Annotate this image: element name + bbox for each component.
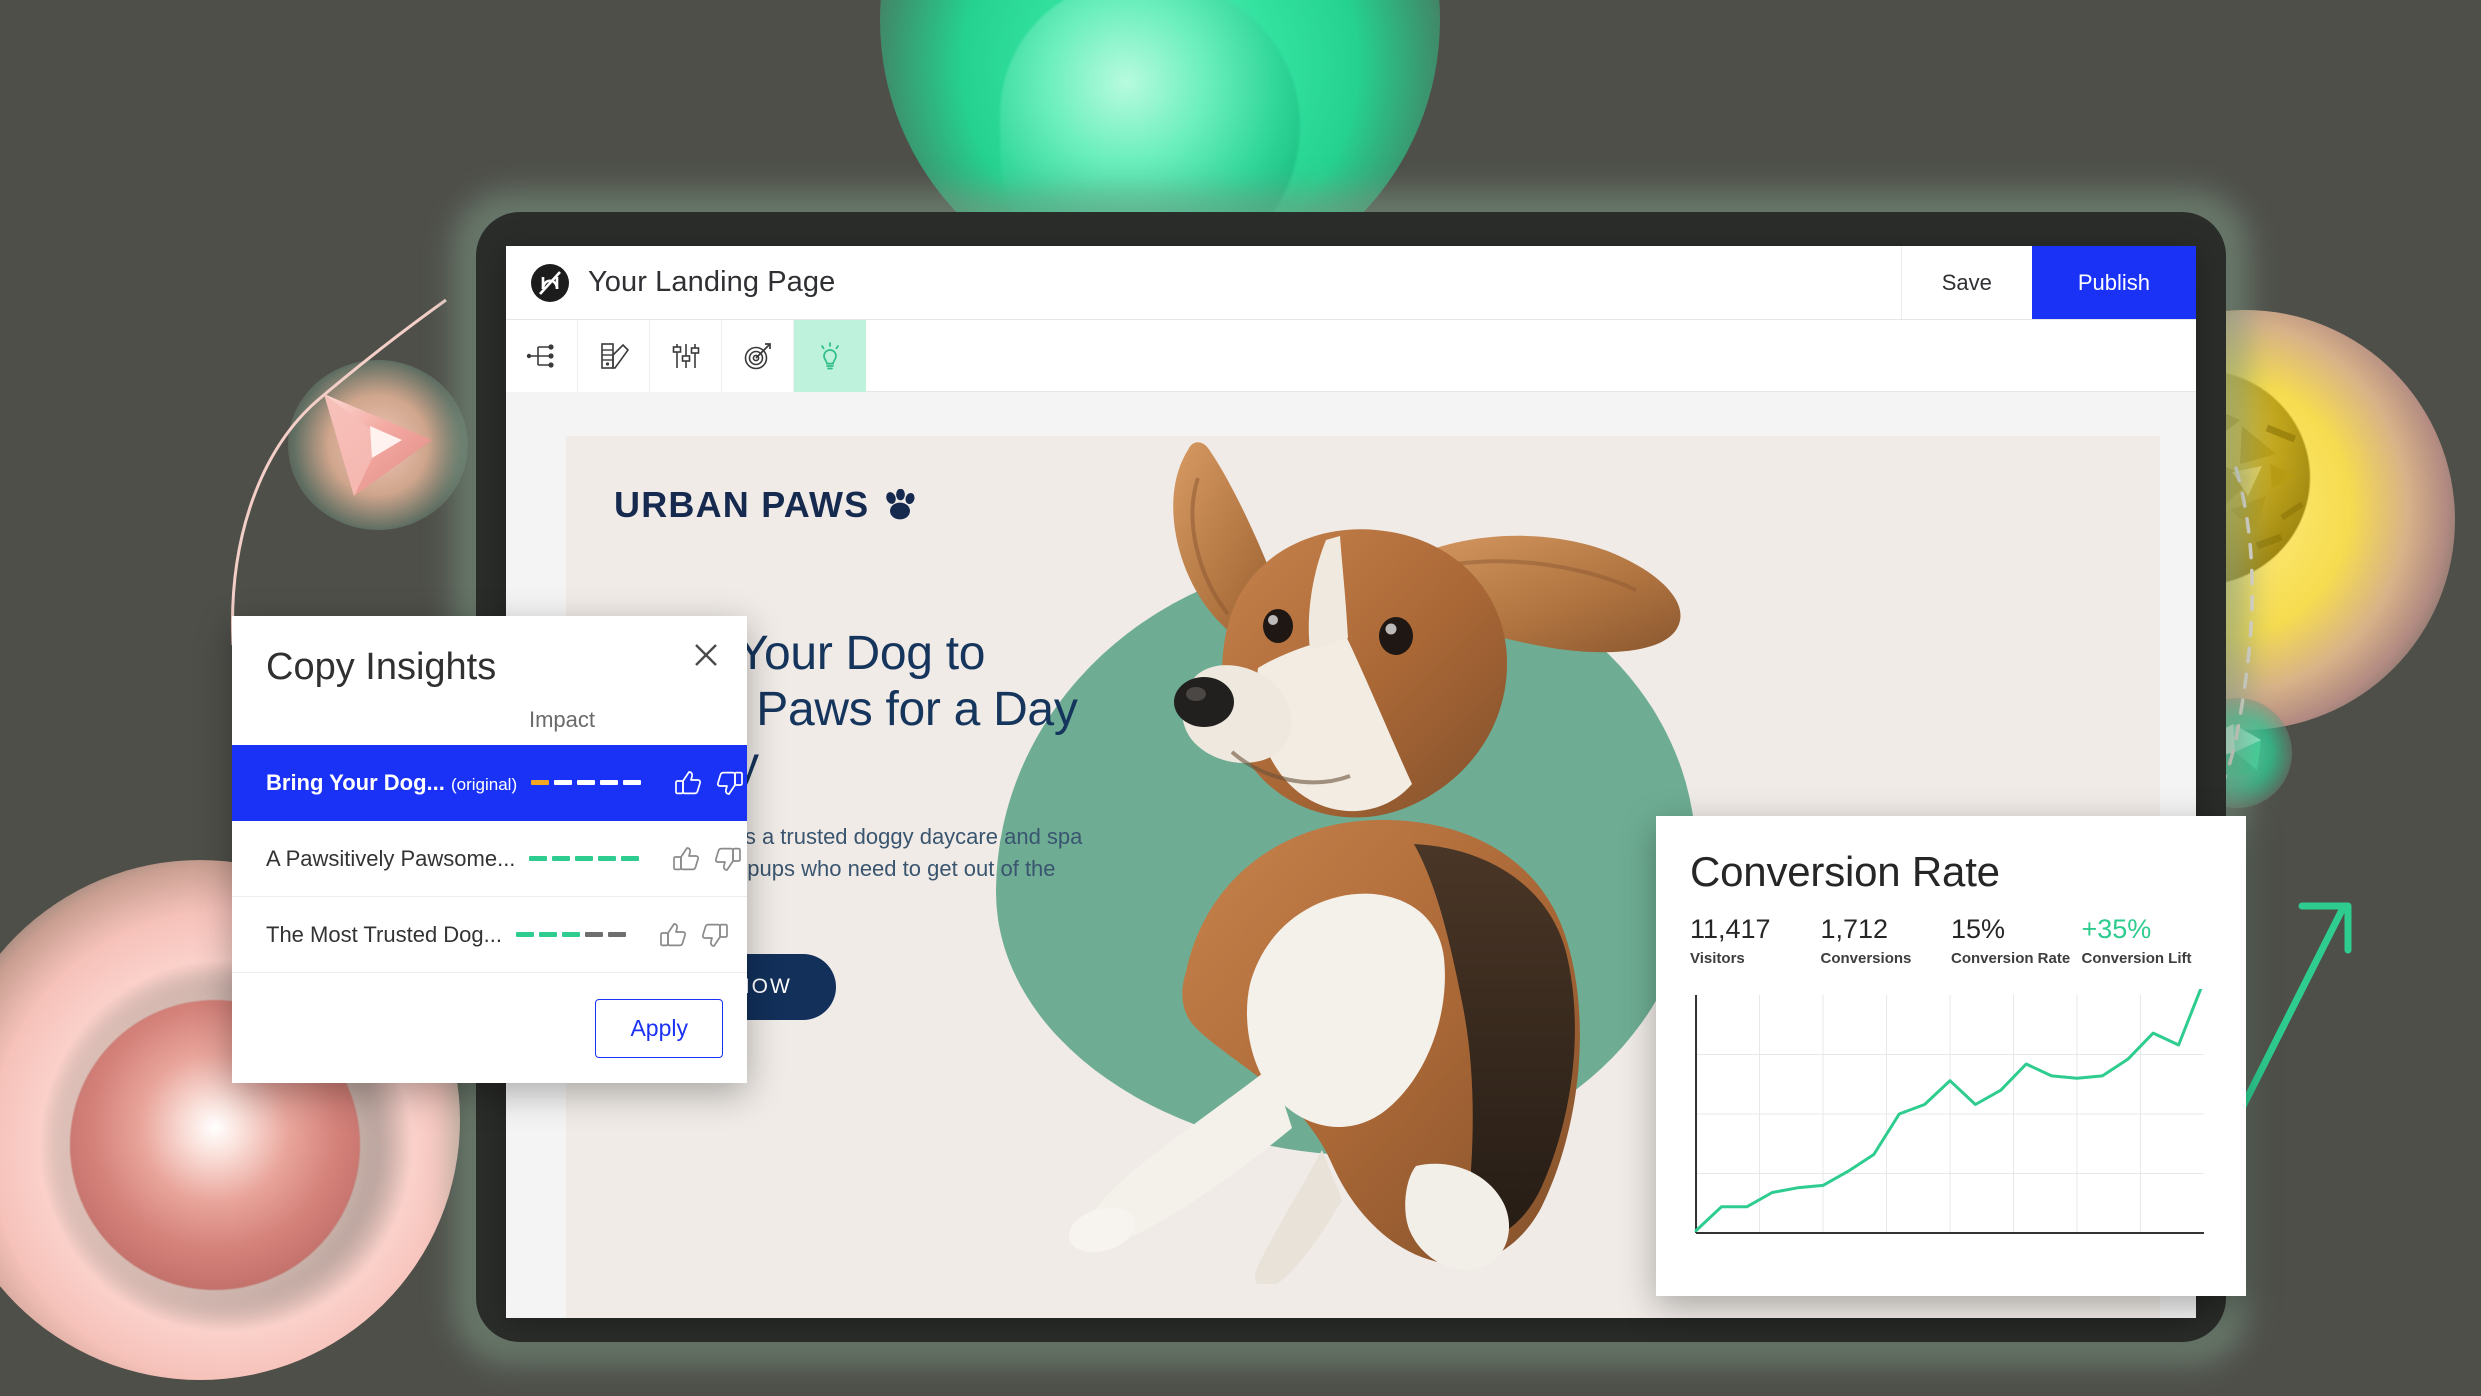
insight-variant-text: A Pawsitively Pawsome... — [266, 845, 516, 871]
stat-label: Conversions — [1820, 950, 1912, 968]
green-orb-core — [1000, 0, 1300, 280]
impact-dash — [577, 780, 596, 785]
tool-styles[interactable] — [578, 320, 650, 392]
insight-label: The Most Trusted Dog... — [266, 922, 502, 948]
stat-label: Conversion Rate — [1951, 950, 2071, 968]
impact-dash — [529, 856, 548, 861]
copy-insights-header: Copy Insights — [232, 616, 747, 689]
conversion-card-title: Conversion Rate — [1690, 848, 2000, 895]
thumb-up-icon[interactable] — [671, 844, 701, 874]
brand-logo: URBAN PAWS — [614, 484, 917, 526]
impact-meter — [515, 932, 634, 937]
topbar-left: Your Landing Page — [506, 246, 1901, 319]
pink-cone-marker-icon — [324, 394, 432, 496]
copy-insights-title: Copy Insights — [266, 646, 497, 688]
stat-conversion-lift: +35% Conversion Lift — [2082, 914, 2213, 967]
flow-branch-icon — [526, 344, 554, 368]
copy-insights-footer: Apply — [232, 973, 747, 1083]
tool-settings[interactable] — [650, 320, 722, 392]
conversion-rate-line-chart — [1694, 979, 2206, 1235]
stat-value: 15% — [1951, 914, 2006, 944]
impact-dash — [515, 932, 534, 937]
close-button[interactable] — [689, 638, 723, 672]
impact-dash — [554, 780, 573, 785]
tool-goals[interactable] — [722, 320, 794, 392]
insight-original-tag: (original) — [450, 774, 518, 794]
impact-dash — [607, 932, 626, 937]
color-palette-icon — [600, 343, 629, 369]
conversion-rate-card: Conversion Rate 11,417 Visitors 1,712 Co… — [1656, 816, 2246, 1296]
impact-dash — [552, 856, 571, 861]
publish-button[interactable]: Publish — [2031, 246, 2196, 319]
pink-cone-glow — [288, 360, 468, 530]
insight-label: A Pawsitively Pawsome... — [266, 846, 515, 872]
impact-dash — [623, 780, 642, 785]
target-icon — [744, 343, 771, 370]
impact-dash — [621, 856, 640, 861]
sliders-icon — [672, 344, 699, 368]
insight-row-0[interactable]: Bring Your Dog... (original) — [232, 745, 747, 821]
conversion-stats-row: 11,417 Visitors 1,712 Conversions 15% Co… — [1690, 914, 2212, 967]
stat-value: 11,417 — [1690, 914, 1771, 944]
editor-toolbar — [506, 320, 2196, 392]
apply-button[interactable]: Apply — [595, 998, 723, 1058]
conversion-trend-arrow — [2236, 902, 2352, 1124]
close-icon — [695, 644, 717, 666]
save-button[interactable]: Save — [1900, 246, 2032, 319]
impact-column-header: Impact — [528, 707, 595, 732]
stat-conversion-rate: 15% Conversion Rate — [1951, 914, 2082, 967]
stat-value: +35% — [2081, 914, 2152, 944]
insight-label: Bring Your Dog... (original) — [266, 770, 517, 796]
green-gem-marker-icon — [2211, 724, 2261, 780]
insight-row-1[interactable]: A Pawsitively Pawsome... — [232, 821, 747, 897]
thumb-down-icon[interactable] — [700, 920, 730, 950]
stat-label: Conversion Lift — [2081, 950, 2192, 968]
paw-print-icon — [886, 489, 915, 520]
impact-dash — [531, 780, 550, 785]
green-gem-glow — [2182, 698, 2292, 808]
toolbar-empty-space — [866, 320, 2196, 391]
page-title: Your Landing Page — [588, 266, 836, 298]
tool-page-structure[interactable] — [506, 320, 578, 392]
feedback-controls — [663, 768, 745, 798]
thumb-down-icon[interactable] — [713, 844, 743, 874]
impact-dash — [598, 856, 617, 861]
feedback-controls — [661, 844, 743, 874]
impact-dash — [561, 932, 580, 937]
lightbulb-icon — [820, 342, 839, 370]
impact-dash — [575, 856, 594, 861]
thumb-up-icon[interactable] — [673, 768, 703, 798]
insight-row-2[interactable]: The Most Trusted Dog... — [232, 897, 747, 973]
impact-meter — [531, 780, 649, 785]
thumb-down-icon[interactable] — [715, 768, 745, 798]
feedback-controls — [648, 920, 730, 950]
app-topbar: Your Landing Page Save Publish — [506, 246, 2196, 320]
stat-value: 1,712 — [1820, 914, 1889, 944]
stat-label: Visitors — [1690, 950, 1745, 968]
brand-name: URBAN PAWS — [614, 484, 870, 525]
impact-meter — [529, 856, 647, 861]
impact-dash — [538, 932, 557, 937]
thumb-up-icon[interactable] — [658, 920, 688, 950]
unbounce-logo-icon — [531, 263, 569, 302]
insight-variant-text: The Most Trusted Dog... — [266, 921, 502, 947]
stat-conversions: 1,712 Conversions — [1821, 914, 1952, 967]
impact-dash — [600, 780, 619, 785]
impact-dash — [584, 932, 603, 937]
copy-insights-panel: Copy Insights Impact Bring Your Dog... (… — [232, 616, 747, 1083]
insight-variant-text: Bring Your Dog... — [266, 769, 445, 795]
stat-visitors: 11,417 Visitors — [1690, 914, 1821, 967]
beagle-dog-photo — [1068, 442, 1681, 1284]
tool-insights[interactable] — [794, 320, 866, 392]
